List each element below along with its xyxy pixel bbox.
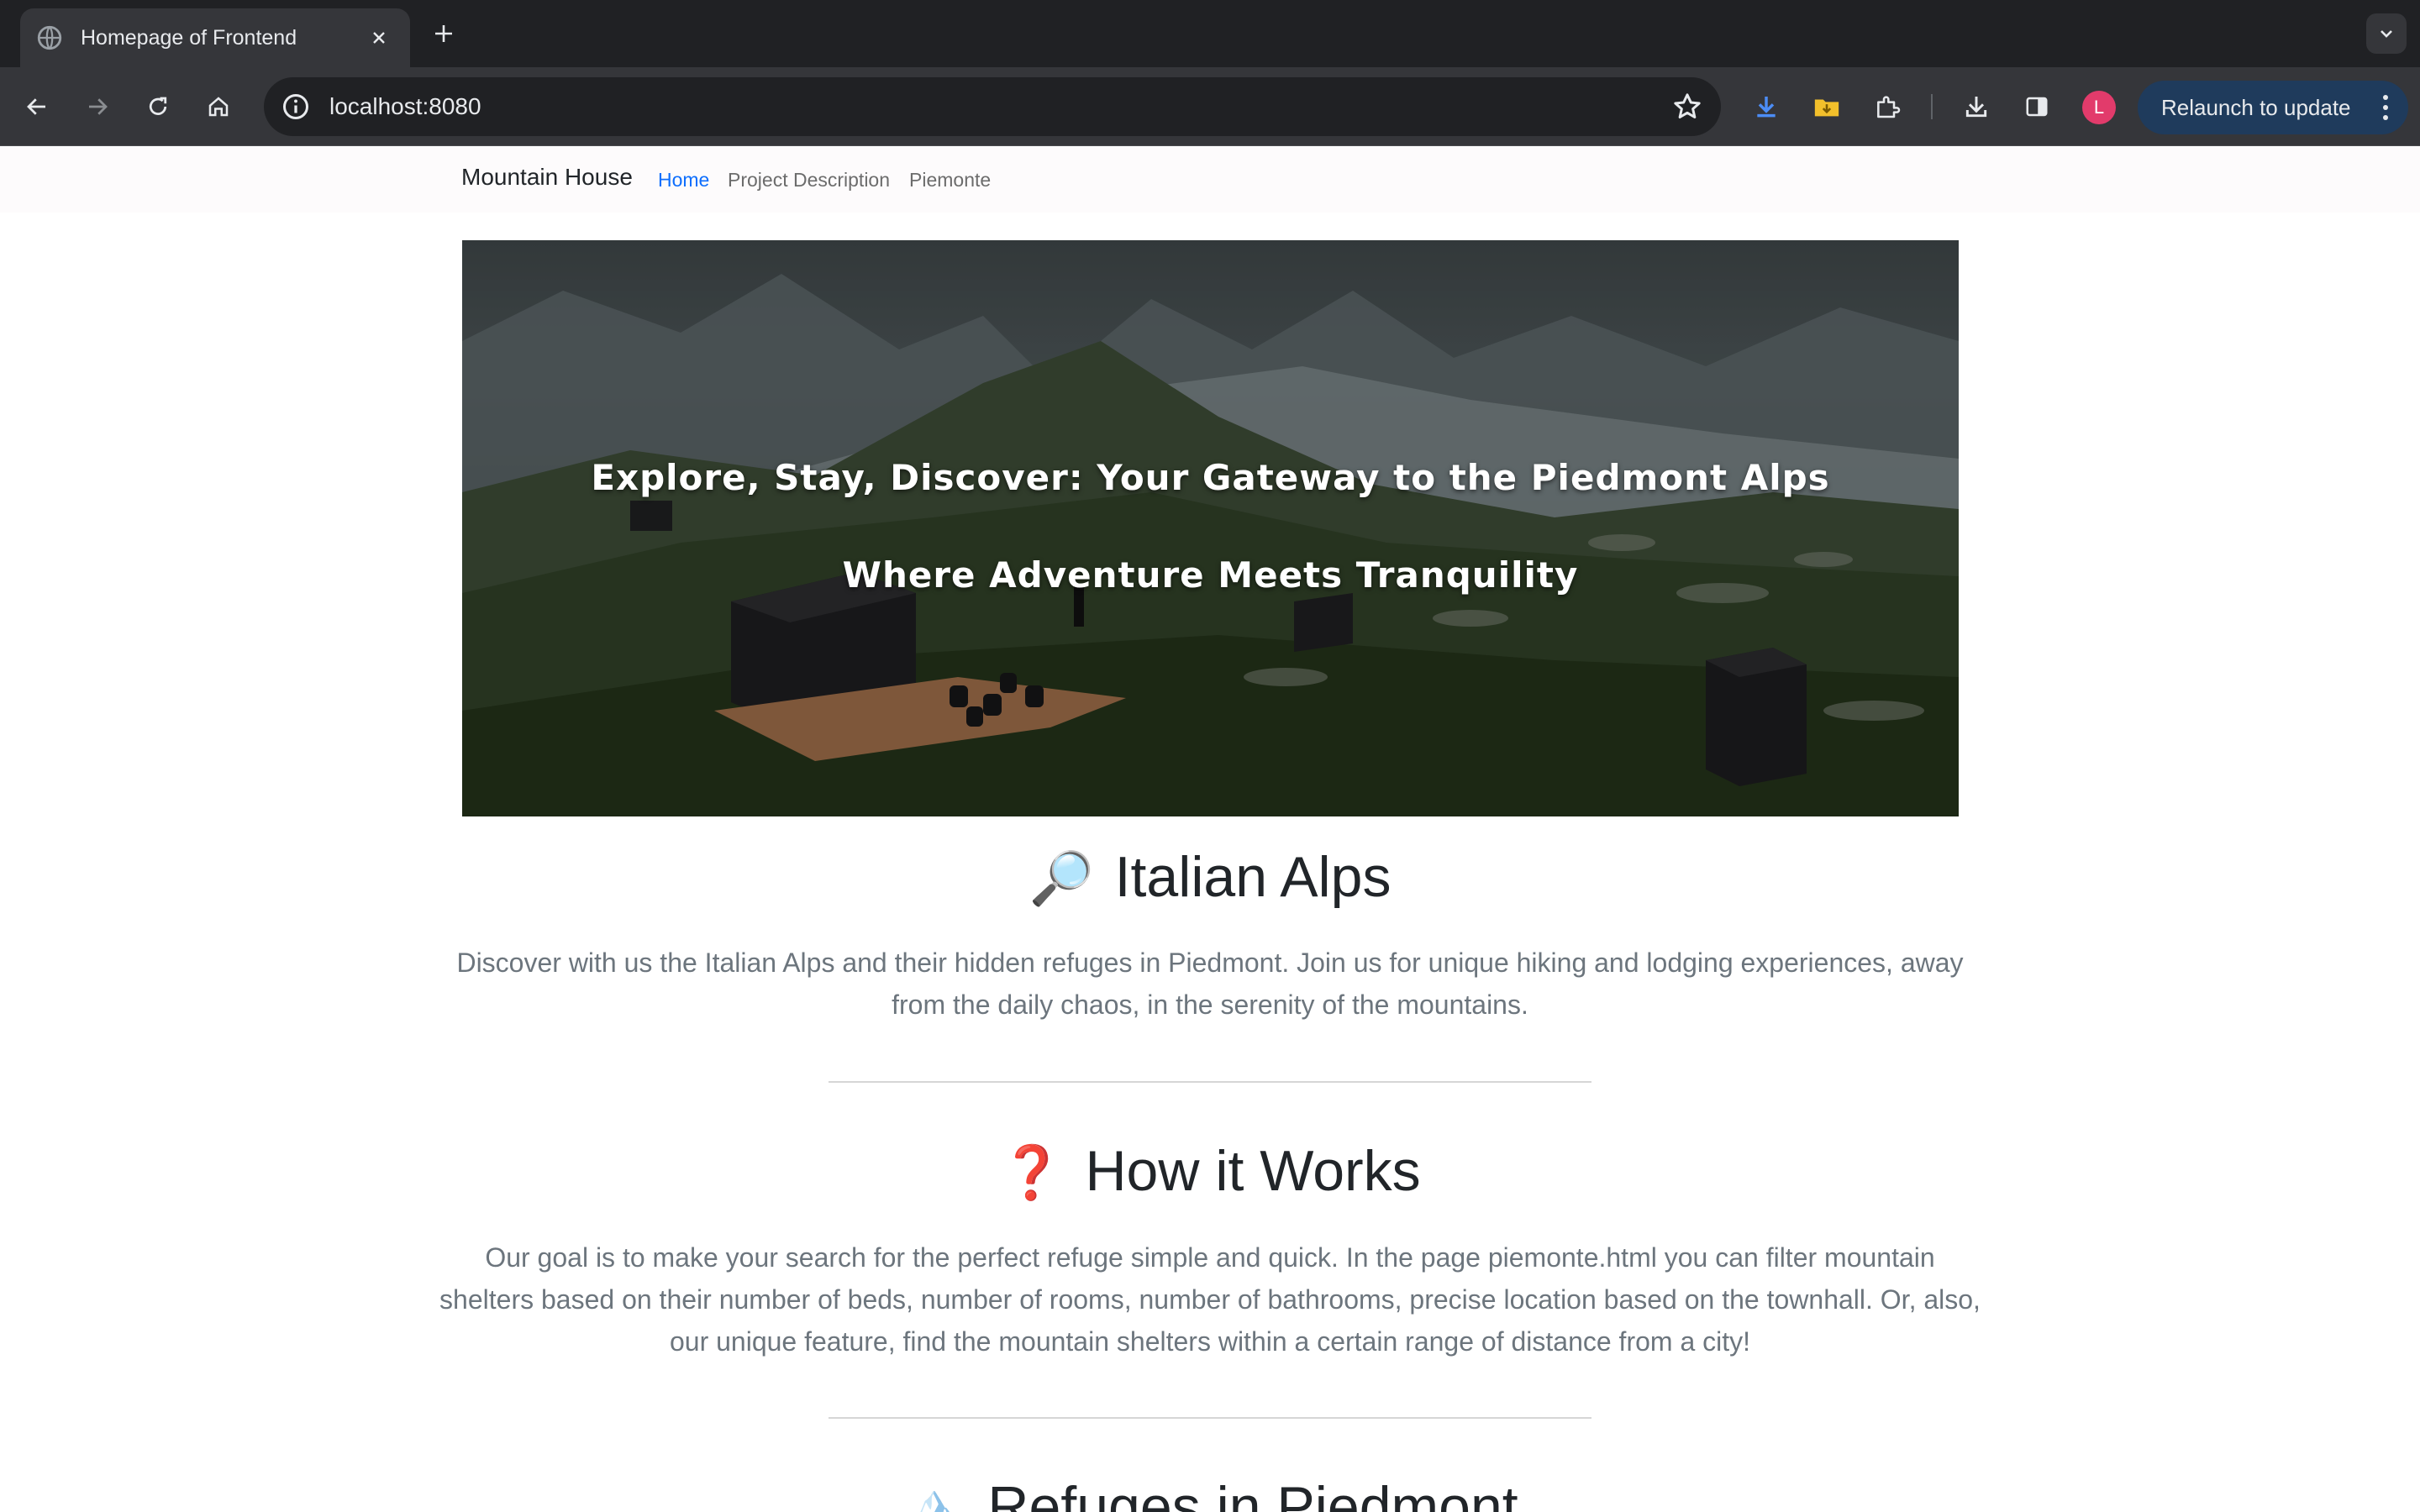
extensions-icon[interactable]: [1867, 87, 1907, 127]
magnifier-emoji: 🔎: [1028, 850, 1094, 908]
section-heading: Refuges in Piedmont: [987, 1475, 1518, 1512]
url-text[interactable]: localhost:8080: [329, 93, 1670, 120]
info-icon[interactable]: [281, 92, 311, 122]
hero-banner: Explore, Stay, Discover: Your Gateway to…: [462, 240, 1959, 816]
browser-toolbar: localhost:8080: [0, 67, 2420, 146]
navbar-brand[interactable]: Mountain House: [461, 164, 633, 191]
download-progress-icon[interactable]: [1746, 87, 1786, 127]
nav-link-piemonte[interactable]: Piemonte: [909, 169, 991, 192]
reload-icon[interactable]: [138, 87, 178, 127]
close-icon[interactable]: [365, 24, 393, 52]
section-text-how-it-works: Our goal is to make your search for the …: [439, 1242, 1981, 1357]
download-icon[interactable]: [1956, 87, 1996, 127]
hero-subtitle: Where Adventure Meets Tranquility: [842, 554, 1579, 596]
tab-title: Homepage of Frontend: [81, 25, 297, 50]
toolbar-separator: [1931, 94, 1933, 119]
site-navbar: Mountain House Home Project Description …: [0, 147, 2420, 213]
profile-avatar[interactable]: L: [2082, 91, 2116, 124]
back-icon[interactable]: [17, 87, 57, 127]
section-divider: [829, 1081, 1591, 1083]
more-vert-icon[interactable]: [2381, 92, 2390, 129]
relaunch-label: Relaunch to update: [2161, 94, 2351, 120]
section-text-italian-alps: Discover with us the Italian Alps and th…: [456, 948, 1964, 1020]
star-icon[interactable]: [1670, 90, 1704, 123]
browser-tab[interactable]: Homepage of Frontend: [20, 8, 410, 67]
folder-icon[interactable]: [1807, 87, 1847, 127]
hero-landscape-image: [462, 240, 1959, 816]
section-title-italian-alps: 🔎 Italian Alps: [0, 844, 2420, 910]
chevron-down-icon[interactable]: [2366, 13, 2407, 54]
section-title-refuges: 🏔️ Refuges in Piedmont: [0, 1474, 2420, 1512]
nav-link-project-description[interactable]: Project Description: [728, 169, 890, 192]
section-title-how-it-works: ❓ How it Works: [0, 1138, 2420, 1204]
nav-link-home[interactable]: Home: [658, 169, 709, 192]
address-bar[interactable]: localhost:8080: [264, 77, 1721, 136]
side-panel-icon[interactable]: [2017, 87, 2057, 127]
question-emoji: ❓: [999, 1144, 1065, 1202]
globe-icon: [35, 24, 64, 52]
forward-icon[interactable]: [77, 87, 118, 127]
section-heading: Italian Alps: [1114, 845, 1392, 909]
section-divider: [829, 1417, 1591, 1419]
hero-title: Explore, Stay, Discover: Your Gateway to…: [591, 457, 1830, 498]
home-icon[interactable]: [198, 87, 239, 127]
mountain-emoji: 🏔️: [902, 1480, 967, 1512]
plus-icon[interactable]: [427, 17, 460, 50]
page-viewport: Mountain House Home Project Description …: [0, 147, 2420, 1512]
relaunch-button[interactable]: Relaunch to update: [2138, 81, 2408, 134]
section-heading: How it Works: [1085, 1139, 1421, 1203]
tab-strip: Homepage of Frontend: [0, 0, 2420, 67]
